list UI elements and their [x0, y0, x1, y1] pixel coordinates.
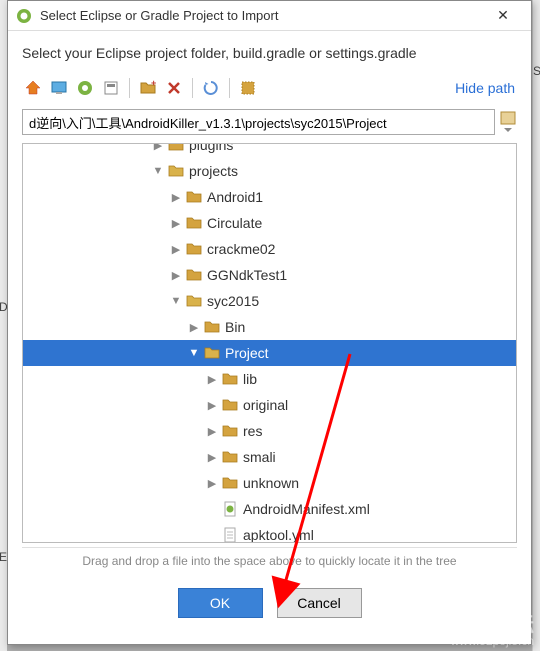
expand-arrow-icon[interactable]: ▶: [167, 217, 185, 230]
folder-icon: [167, 163, 185, 179]
expand-arrow-icon[interactable]: ▶: [149, 143, 167, 152]
file-icon: [221, 527, 239, 543]
tree-folder[interactable]: ▶ GGNdkTest1: [23, 262, 516, 288]
tree-item-label: smali: [243, 449, 276, 465]
dialog-buttons: OK Cancel: [8, 574, 531, 628]
delete-icon[interactable]: [163, 77, 185, 99]
tree-item-label: Bin: [225, 319, 245, 335]
dialog-description: Select your Eclipse project folder, buil…: [8, 31, 531, 71]
expand-arrow-icon[interactable]: ▶: [203, 399, 221, 412]
expand-arrow-icon[interactable]: ▼: [185, 347, 203, 359]
module-icon[interactable]: [100, 77, 122, 99]
expand-arrow-icon[interactable]: ▶: [203, 373, 221, 386]
new-folder-icon[interactable]: +: [137, 77, 159, 99]
expand-arrow-icon[interactable]: ▶: [203, 477, 221, 490]
refresh-icon[interactable]: [200, 77, 222, 99]
android-file-icon: [221, 501, 239, 517]
expand-arrow-icon[interactable]: ▼: [149, 165, 167, 177]
project-icon[interactable]: [74, 77, 96, 99]
import-dialog: Select Eclipse or Gradle Project to Impo…: [7, 0, 532, 645]
tree-item-label: syc2015: [207, 293, 259, 309]
tree-folder[interactable]: ▶ plugins: [23, 143, 516, 158]
folder-icon: [221, 397, 239, 413]
tree-item-label: crackme02: [207, 241, 275, 257]
tree-item-label: plugins: [189, 143, 233, 153]
file-tree[interactable]: ▶ plugins ▼ projects ▶ Android1 ▶ Circulate ▶ cra…: [22, 143, 517, 543]
path-input[interactable]: [22, 109, 495, 135]
tree-folder[interactable]: ▶ crackme02: [23, 236, 516, 262]
cancel-button[interactable]: Cancel: [277, 588, 362, 618]
expand-arrow-icon[interactable]: ▶: [167, 269, 185, 282]
tree-item-label: Android1: [207, 189, 263, 205]
expand-arrow-icon[interactable]: ▶: [167, 191, 185, 204]
tree-item-label: lib: [243, 371, 257, 387]
titlebar: Select Eclipse or Gradle Project to Impo…: [8, 1, 531, 31]
tree-item-label: projects: [189, 163, 238, 179]
tree-item-label: Project: [225, 345, 269, 361]
desktop-icon[interactable]: [48, 77, 70, 99]
folder-icon: [185, 215, 203, 231]
tree-folder[interactable]: ▶ original: [23, 392, 516, 418]
tree-folder[interactable]: ▶ res: [23, 418, 516, 444]
folder-icon: [203, 319, 221, 335]
tree-item-label: unknown: [243, 475, 299, 491]
path-history-icon[interactable]: [499, 110, 517, 135]
expand-arrow-icon[interactable]: ▶: [203, 451, 221, 464]
tree-folder[interactable]: ▶ Bin: [23, 314, 516, 340]
expand-arrow-icon[interactable]: ▶: [203, 425, 221, 438]
hide-path-link[interactable]: Hide path: [455, 80, 519, 96]
drop-hint: Drag and drop a file into the space abov…: [22, 547, 517, 574]
tree-folder[interactable]: ▼ Project: [23, 340, 516, 366]
tree-folder[interactable]: ▶ smali: [23, 444, 516, 470]
tree-folder[interactable]: ▶ Android1: [23, 184, 516, 210]
tree-item-label: apktool.yml: [243, 527, 314, 543]
folder-icon: [185, 241, 203, 257]
tree-file[interactable]: AndroidManifest.xml: [23, 496, 516, 522]
tree-item-label: GGNdkTest1: [207, 267, 287, 283]
folder-icon: [203, 345, 221, 361]
tree-item-label: AndroidManifest.xml: [243, 501, 370, 517]
tree-folder[interactable]: ▼ syc2015: [23, 288, 516, 314]
toolbar: + Hide path: [8, 71, 531, 105]
background-left-edge: D E: [0, 0, 7, 651]
ok-button[interactable]: OK: [178, 588, 263, 618]
close-button[interactable]: ✕: [483, 7, 523, 24]
tree-folder[interactable]: ▶ Circulate: [23, 210, 516, 236]
show-hidden-icon[interactable]: [237, 77, 259, 99]
folder-icon: [167, 143, 185, 153]
tree-item-label: Circulate: [207, 215, 262, 231]
folder-icon: [185, 189, 203, 205]
expand-arrow-icon[interactable]: ▶: [185, 321, 203, 334]
expand-arrow-icon[interactable]: ▼: [167, 295, 185, 307]
tree-folder[interactable]: ▼ projects: [23, 158, 516, 184]
home-icon[interactable]: [22, 77, 44, 99]
window-title: Select Eclipse or Gradle Project to Impo…: [40, 8, 483, 23]
tree-file[interactable]: apktool.yml: [23, 522, 516, 543]
folder-icon: [221, 371, 239, 387]
tree-item-label: res: [243, 423, 262, 439]
tree-item-label: original: [243, 397, 288, 413]
path-row: [8, 105, 531, 141]
tree-folder[interactable]: ▶ lib: [23, 366, 516, 392]
expand-arrow-icon[interactable]: ▶: [167, 243, 185, 256]
folder-icon: [221, 475, 239, 491]
background-right-edge: [532, 0, 540, 651]
folder-icon: [185, 267, 203, 283]
app-icon: [16, 8, 32, 24]
tree-folder[interactable]: ▶ unknown: [23, 470, 516, 496]
folder-icon: [185, 293, 203, 309]
folder-icon: [221, 423, 239, 439]
folder-icon: [221, 449, 239, 465]
svg-text:+: +: [151, 79, 156, 88]
